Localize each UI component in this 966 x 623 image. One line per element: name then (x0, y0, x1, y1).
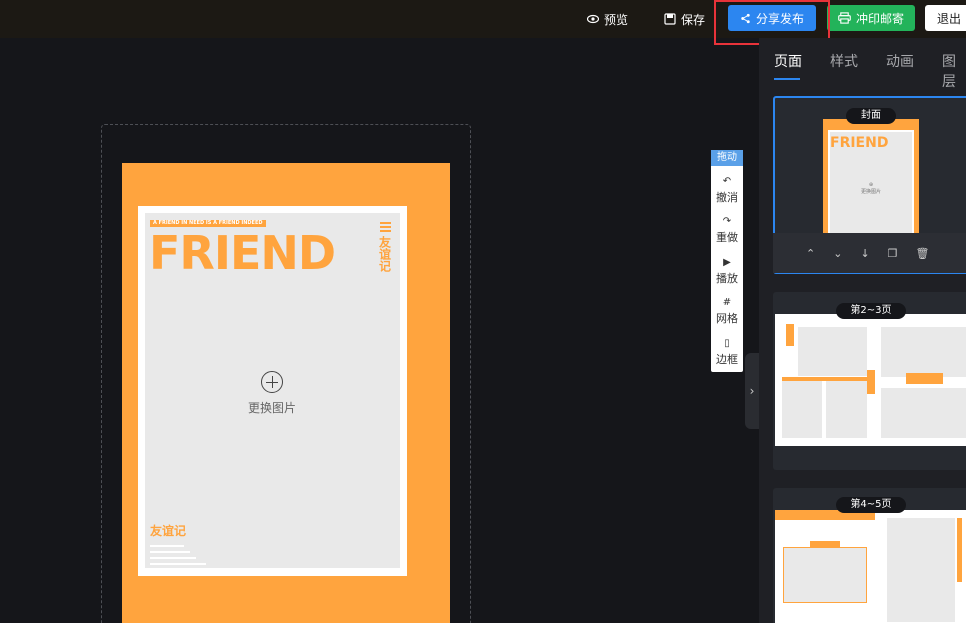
share-label: 分享发布 (755, 11, 804, 26)
printer-icon (838, 12, 851, 24)
border-button[interactable]: ▯ 边框 (711, 337, 743, 367)
move-up-icon[interactable]: ⌃ (806, 247, 815, 260)
mini-photo-d (881, 327, 966, 377)
cover-title: FRIEND (149, 226, 336, 280)
preview-label: 预览 (604, 12, 629, 27)
save-label: 保存 (681, 12, 706, 27)
mini-vertical-strip (957, 518, 962, 582)
tab-pages[interactable]: 页面 (774, 51, 802, 71)
exit-label: 退出 (937, 11, 962, 26)
add-image-icon[interactable] (261, 371, 283, 393)
drag-handle[interactable]: 拖动 (711, 150, 743, 166)
download-icon[interactable]: ↓ (860, 247, 869, 260)
mini-photo-c (826, 381, 867, 438)
print-label: 冲印邮寄 (855, 11, 904, 26)
panel-collapse-toggle[interactable]: › (745, 353, 759, 429)
replace-image-label[interactable]: 更换图片 (248, 399, 296, 416)
tab-animation[interactable]: 动画 (886, 51, 914, 71)
edit-toolbar: 拖动 ↶ 撤消 ↷ 重做 ▶ 播放 # 网格 ▯ 边框 (711, 150, 743, 372)
page-label-2-3: 第2~3页 (836, 303, 906, 319)
play-icon: ▶ (723, 257, 731, 268)
mini-photo-e (881, 388, 966, 438)
tab-styles[interactable]: 样式 (830, 51, 858, 71)
share-icon (741, 13, 750, 23)
save-icon (664, 13, 676, 25)
print-mail-button[interactable]: 冲印邮寄 (827, 5, 915, 31)
undo-label: 撤消 (716, 191, 738, 204)
mini-photo-frame (783, 547, 867, 603)
mini-bar-b (867, 370, 875, 394)
page-label-4-5: 第4~5页 (836, 497, 906, 513)
mini-replace-text: 更换图片 (860, 189, 881, 195)
move-down-icon[interactable]: ⌄ (833, 247, 842, 260)
cover-bottom-title: 友谊记 (150, 524, 187, 538)
preview-button[interactable]: 预览 (587, 11, 628, 27)
share-publish-button[interactable]: 分享发布 (728, 5, 816, 31)
redo-button[interactable]: ↷ 重做 (711, 215, 743, 245)
page-label-cover: 封面 (846, 108, 896, 124)
eye-icon (587, 14, 599, 24)
phone-frame-icon: ▯ (724, 338, 730, 349)
delete-icon[interactable]: 🗑 (916, 247, 930, 260)
page-actions-bar: ⌃ ⌄ ↓ ❐ 🗑 (773, 233, 966, 273)
redo-icon: ↷ (722, 216, 732, 227)
redo-label: 重做 (716, 231, 738, 244)
chevron-right-icon: › (749, 384, 755, 398)
cover-vertical-text: 友谊记 (377, 236, 392, 272)
copy-icon[interactable]: ❐ (888, 247, 898, 260)
mini-photo-b (782, 381, 822, 438)
grid-label: 网格 (716, 312, 738, 325)
border-label: 边框 (716, 353, 738, 366)
mini-photo-a (798, 327, 867, 376)
save-button[interactable]: 保存 (664, 11, 705, 27)
active-tab-indicator (774, 78, 800, 80)
undo-button[interactable]: ↶ 撤消 (711, 175, 743, 205)
play-button[interactable]: ▶ 播放 (711, 256, 743, 286)
undo-icon: ↶ (722, 176, 732, 187)
mini-vertical-title (786, 324, 794, 346)
cover-text-lines (150, 545, 206, 569)
mini-label-box (906, 373, 943, 384)
mini-replace-label: ⊕ 更换图片 (860, 182, 881, 195)
tab-layers[interactable]: 图层 (942, 51, 966, 91)
grid-icon: # (722, 297, 732, 308)
top-bar: 预览 保存 分享发布 冲印邮寄 退出 (0, 0, 966, 38)
grid-button[interactable]: # 网格 (711, 296, 743, 326)
play-label: 播放 (716, 272, 738, 285)
mini-cover-title: FRIEND (830, 135, 889, 151)
mini-photo-f (887, 518, 955, 622)
exit-button[interactable]: 退出 (925, 5, 966, 31)
cover-vertical-title: 友谊记 (378, 222, 392, 272)
